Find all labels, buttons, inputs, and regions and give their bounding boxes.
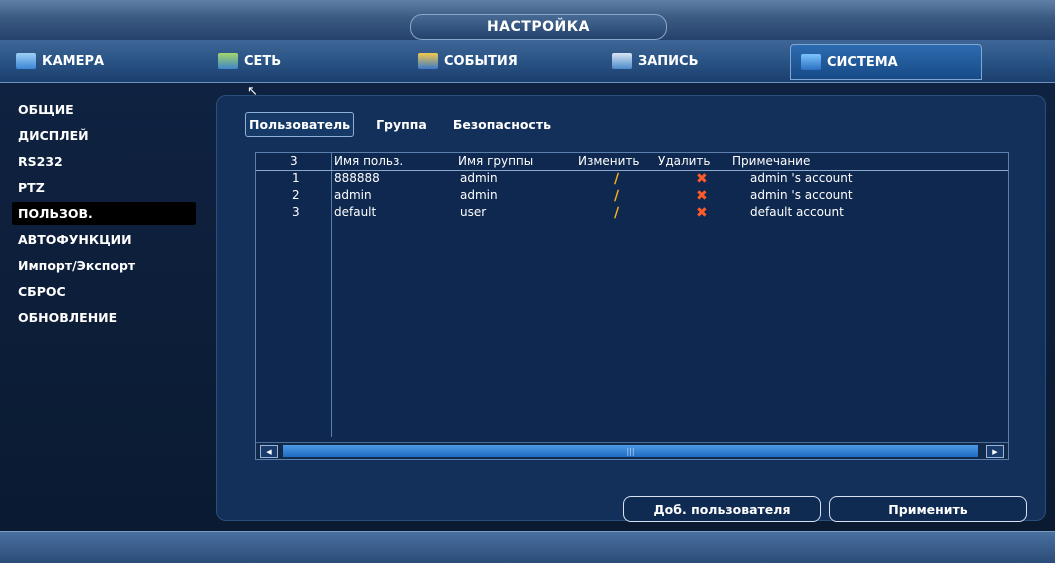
sidebar-item-rs232[interactable]: RS232 xyxy=(12,150,192,173)
delete-icon[interactable]: ✖ xyxy=(696,205,708,221)
events-icon xyxy=(418,53,438,69)
header-note: Примечание xyxy=(732,154,811,168)
delete-icon[interactable]: ✖ xyxy=(696,188,708,204)
sidebar-item-update[interactable]: ОБНОВЛЕНИЕ xyxy=(12,306,192,329)
camera-icon xyxy=(16,53,36,69)
bottom-bar xyxy=(0,531,1055,563)
tab-camera-label: КАМЕРА xyxy=(42,53,105,69)
header-modify: Изменить xyxy=(578,154,640,168)
row-note: default account xyxy=(750,205,844,219)
row-number: 2 xyxy=(292,188,300,202)
sidebar-item-reset[interactable]: СБРОС xyxy=(12,280,192,303)
content-panel: ↖ Пользователь Группа Безопасность 3 Имя… xyxy=(216,84,1046,522)
sidebar-item-import-export[interactable]: Импорт/Экспорт xyxy=(12,254,192,277)
scroll-right-icon[interactable]: ▶ xyxy=(986,445,1004,458)
row-group: admin xyxy=(460,171,498,185)
table-row[interactable]: 2 admin admin ∕ ✖ admin 's account xyxy=(256,188,1008,205)
row-username: admin xyxy=(334,188,372,202)
subtab-user[interactable]: Пользователь xyxy=(245,112,355,137)
main-panel: ОБЩИЕ ДИСПЛЕЙ RS232 PTZ ПОЛЬЗОВ. АВТОФУН… xyxy=(0,83,1055,531)
edit-icon[interactable]: ∕ xyxy=(614,188,619,204)
row-group: admin xyxy=(460,188,498,202)
tab-system-label: СИСТЕМА xyxy=(827,54,898,70)
row-username: 888888 xyxy=(334,171,380,185)
tab-network-label: СЕТЬ xyxy=(244,53,282,69)
sub-tab-bar: Пользователь Группа Безопасность xyxy=(245,112,555,137)
sidebar-item-auto-functions[interactable]: АВТОФУНКЦИИ xyxy=(12,228,192,251)
subtab-security[interactable]: Безопасность xyxy=(449,112,555,137)
header-username: Имя польз. xyxy=(334,154,404,168)
edit-icon[interactable]: ∕ xyxy=(614,171,619,187)
header-group: Имя группы xyxy=(458,154,534,168)
window-title: НАСТРОЙКА xyxy=(410,14,667,40)
scrollbar-thumb[interactable]: ||| xyxy=(283,445,978,457)
tab-camera[interactable]: КАМЕРА xyxy=(16,44,104,78)
edit-icon[interactable]: ∕ xyxy=(614,205,619,221)
table-row[interactable]: 3 default user ∕ ✖ default account xyxy=(256,205,1008,222)
delete-icon[interactable]: ✖ xyxy=(696,171,708,187)
sidebar-item-general[interactable]: ОБЩИЕ xyxy=(12,98,192,121)
horizontal-scrollbar[interactable]: ◀ ||| ▶ xyxy=(256,442,1008,459)
row-username: default xyxy=(334,205,377,219)
row-number: 3 xyxy=(292,205,300,219)
apply-button[interactable]: Применить xyxy=(829,496,1027,522)
main-tab-bar: КАМЕРА СЕТЬ СОБЫТИЯ ЗАПИСЬ СИСТЕМА xyxy=(0,40,1055,83)
record-icon xyxy=(612,53,632,69)
table-row[interactable]: 1 888888 admin ∕ ✖ admin 's account xyxy=(256,171,1008,188)
tab-system[interactable]: СИСТЕМА xyxy=(790,44,982,80)
row-group: user xyxy=(460,205,487,219)
row-note: admin 's account xyxy=(750,188,853,202)
table-header: 3 Имя польз. Имя группы Изменить Удалить… xyxy=(256,153,1008,171)
tab-network[interactable]: СЕТЬ xyxy=(218,44,281,78)
subtab-group[interactable]: Группа xyxy=(372,112,431,137)
scroll-left-icon[interactable]: ◀ xyxy=(260,445,278,458)
sidebar: ОБЩИЕ ДИСПЛЕЙ RS232 PTZ ПОЛЬЗОВ. АВТОФУН… xyxy=(12,98,196,332)
sidebar-item-display[interactable]: ДИСПЛЕЙ xyxy=(12,124,192,147)
mouse-cursor-icon: ↖ xyxy=(247,84,258,99)
title-bar: НАСТРОЙКА xyxy=(0,0,1055,40)
tab-record-label: ЗАПИСЬ xyxy=(638,53,699,69)
tab-events-label: СОБЫТИЯ xyxy=(444,53,518,69)
add-user-button[interactable]: Доб. пользователя xyxy=(623,496,821,522)
tab-events[interactable]: СОБЫТИЯ xyxy=(418,44,518,78)
tab-record[interactable]: ЗАПИСЬ xyxy=(612,44,699,78)
row-note: admin 's account xyxy=(750,171,853,185)
sidebar-item-users[interactable]: ПОЛЬЗОВ. xyxy=(12,202,196,225)
table-body: 1 888888 admin ∕ ✖ admin 's account 2 ad… xyxy=(256,171,1008,222)
user-table: 3 Имя польз. Имя группы Изменить Удалить… xyxy=(255,152,1009,460)
network-icon xyxy=(218,53,238,69)
system-icon xyxy=(801,54,821,70)
row-number: 1 xyxy=(292,171,300,185)
header-delete: Удалить xyxy=(658,154,711,168)
header-count: 3 xyxy=(290,154,298,168)
sidebar-item-ptz[interactable]: PTZ xyxy=(12,176,192,199)
